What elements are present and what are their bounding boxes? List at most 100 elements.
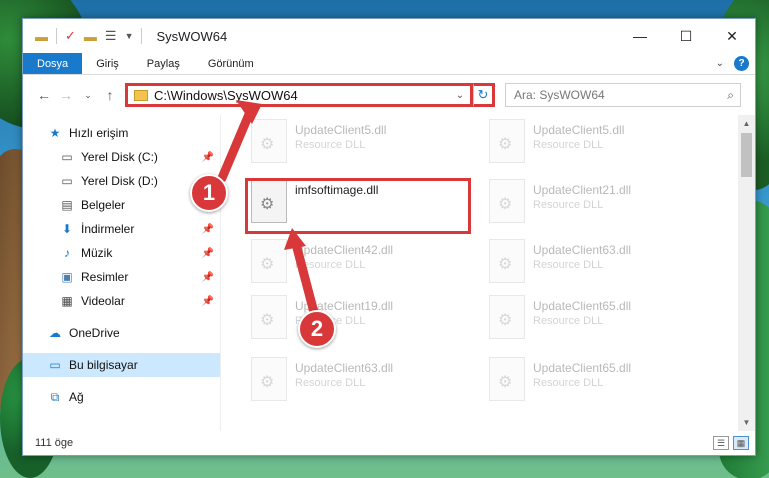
- navigation-pane: ★ Hızlı erişim ▭ Yerel Disk (C:) 📌 ▭ Yer…: [23, 115, 221, 431]
- sidebar-item-this-pc[interactable]: ▭ Bu bilgisayar: [23, 353, 220, 377]
- forward-button[interactable]: →: [55, 87, 77, 103]
- file-item[interactable]: UpdateClient63.dll Resource DLL: [489, 239, 689, 297]
- ribbon-tabs: Dosya Giriş Paylaş Görünüm ⌄ ?: [23, 53, 755, 75]
- divider: [141, 28, 143, 44]
- dll-file-icon: [251, 295, 287, 339]
- file-item[interactable]: UpdateClient5.dll Resource DLL: [251, 119, 451, 177]
- dll-file-icon: [251, 239, 287, 283]
- sidebar-item-label: OneDrive: [69, 326, 120, 340]
- sidebar-item-pictures[interactable]: ▣ Resimler 📌: [23, 265, 220, 289]
- music-icon: ♪: [64, 246, 70, 260]
- file-type: Resource DLL: [295, 259, 366, 271]
- dll-file-icon: [251, 357, 287, 401]
- large-icons-view-icon[interactable]: ▦: [733, 436, 749, 450]
- folder-icon: [134, 89, 148, 101]
- close-button[interactable]: ✕: [709, 19, 755, 53]
- star-icon: ★: [49, 126, 61, 140]
- file-item[interactable]: UpdateClient42.dll Resource DLL: [251, 239, 451, 297]
- network-icon: ⧉: [50, 389, 60, 404]
- step-badge-1: 1: [190, 174, 228, 212]
- new-folder-icon[interactable]: ▬: [84, 29, 97, 44]
- properties-icon[interactable]: ✓: [65, 28, 76, 44]
- pin-icon: 📌: [201, 151, 214, 163]
- sidebar-item-label: İndirmeler: [81, 222, 135, 236]
- tab-home[interactable]: Giriş: [82, 53, 133, 74]
- sidebar-item-downloads[interactable]: ⬇ İndirmeler 📌: [23, 217, 220, 241]
- address-path: C:\Windows\SysWOW64: [154, 87, 298, 103]
- maximize-button[interactable]: ☐: [663, 19, 709, 53]
- search-icon: ⌕: [727, 87, 734, 102]
- video-icon: ▦: [61, 294, 73, 308]
- search-input[interactable]: Ara: SysWOW64 ⌕: [505, 83, 741, 107]
- expand-ribbon-icon[interactable]: ⌄: [716, 58, 724, 69]
- file-type: Resource DLL: [295, 377, 366, 389]
- divider: [56, 28, 57, 44]
- scrollbar-thumb[interactable]: [741, 133, 752, 177]
- sidebar-item-label: Resimler: [81, 270, 129, 284]
- sidebar-item-quick-access[interactable]: ★ Hızlı erişim: [23, 121, 220, 145]
- file-name: UpdateClient21.dll: [533, 183, 632, 197]
- sidebar-item-onedrive[interactable]: ☁ OneDrive: [23, 321, 220, 345]
- sidebar-item-label: Bu bilgisayar: [69, 358, 138, 372]
- file-type: Resource DLL: [533, 259, 604, 271]
- file-list: UpdateClient5.dll Resource DLL UpdateClie…: [221, 115, 755, 431]
- documents-icon: ▤: [61, 198, 73, 212]
- up-button[interactable]: ↑: [99, 87, 121, 103]
- sidebar-item-videos[interactable]: ▦ Videolar 📌: [23, 289, 220, 313]
- pin-icon: 📌: [201, 295, 214, 307]
- status-bar: 111 öge ☰ ▦: [23, 431, 755, 455]
- dll-file-icon: [251, 119, 287, 163]
- file-item[interactable]: UpdateClient65.dll Resource DLL: [489, 357, 689, 415]
- computer-icon: ▭: [49, 358, 61, 372]
- highlight-box: [245, 178, 471, 234]
- refresh-button[interactable]: ↻: [473, 83, 495, 107]
- tab-share[interactable]: Paylaş: [133, 53, 194, 74]
- customize-toolbar-icon[interactable]: ☰: [105, 28, 117, 44]
- minimize-button[interactable]: —: [617, 19, 663, 53]
- chevron-down-icon[interactable]: ⌄: [450, 90, 470, 101]
- help-icon[interactable]: ?: [734, 56, 749, 71]
- scroll-down-icon[interactable]: ▼: [738, 414, 755, 431]
- file-item[interactable]: UpdateClient5.dll Resource DLL: [489, 119, 689, 177]
- file-type: Resource DLL: [533, 199, 604, 211]
- sidebar-item-network[interactable]: ⧉ Ağ: [23, 385, 220, 409]
- file-item[interactable]: UpdateClient21.dll Resource DLL: [489, 179, 689, 237]
- file-name: UpdateClient65.dll: [533, 299, 632, 313]
- search-placeholder: Ara: SysWOW64: [514, 88, 605, 102]
- file-name: UpdateClient5.dll: [533, 123, 625, 137]
- file-item[interactable]: UpdateClient19.dllResource DLL: [251, 295, 451, 353]
- file-name: UpdateClient65.dll: [533, 361, 632, 375]
- cloud-icon: ☁: [49, 326, 61, 340]
- title-bar: ▬ ✓ ▬ ☰ ▼ SysWOW64 — ☐ ✕: [23, 19, 755, 53]
- file-explorer-window: ▬ ✓ ▬ ☰ ▼ SysWOW64 — ☐ ✕ Dosya Giriş Pay…: [22, 18, 756, 456]
- file-name: UpdateClient42.dll: [295, 243, 394, 257]
- dll-file-icon: [489, 179, 525, 223]
- scroll-up-icon[interactable]: ▲: [738, 115, 755, 132]
- tab-view[interactable]: Görünüm: [194, 53, 268, 74]
- pictures-icon: ▣: [61, 270, 73, 284]
- window-title: SysWOW64: [156, 28, 228, 44]
- address-bar[interactable]: C:\Windows\SysWOW64 ⌄: [125, 83, 473, 107]
- file-name: UpdateClient5.dll: [295, 123, 387, 137]
- file-item[interactable]: UpdateClient65.dll Resource DLL: [489, 295, 689, 353]
- tab-file[interactable]: Dosya: [23, 53, 83, 74]
- sidebar-item-label: Yerel Disk (C:): [81, 150, 158, 164]
- sidebar-item-label: Hızlı erişim: [69, 126, 129, 140]
- details-view-icon[interactable]: ☰: [713, 436, 729, 450]
- sidebar-item-local-disk-c[interactable]: ▭ Yerel Disk (C:) 📌: [23, 145, 220, 169]
- chevron-down-icon[interactable]: ▼: [125, 31, 134, 41]
- sidebar-item-label: Müzik: [81, 246, 113, 260]
- file-name: UpdateClient63.dll: [295, 361, 394, 375]
- pin-icon: 📌: [201, 247, 214, 259]
- file-item[interactable]: UpdateClient63.dll Resource DLL: [251, 357, 451, 415]
- recent-locations-button[interactable]: ⌄: [77, 90, 99, 101]
- sidebar-item-music[interactable]: ♪ Müzik 📌: [23, 241, 220, 265]
- file-type: Resource DLL: [295, 139, 366, 151]
- vertical-scrollbar[interactable]: ▲ ▼: [738, 115, 755, 431]
- pin-icon: 📌: [201, 223, 214, 235]
- navigation-bar: ← → ⌄ ↑ C:\Windows\SysWOW64 ⌄ ↻ Ara: Sys…: [23, 75, 755, 115]
- sidebar-item-label: Videolar: [81, 294, 125, 308]
- dll-file-icon: [489, 239, 525, 283]
- back-button[interactable]: ←: [33, 87, 55, 103]
- step-badge-2: 2: [298, 310, 336, 348]
